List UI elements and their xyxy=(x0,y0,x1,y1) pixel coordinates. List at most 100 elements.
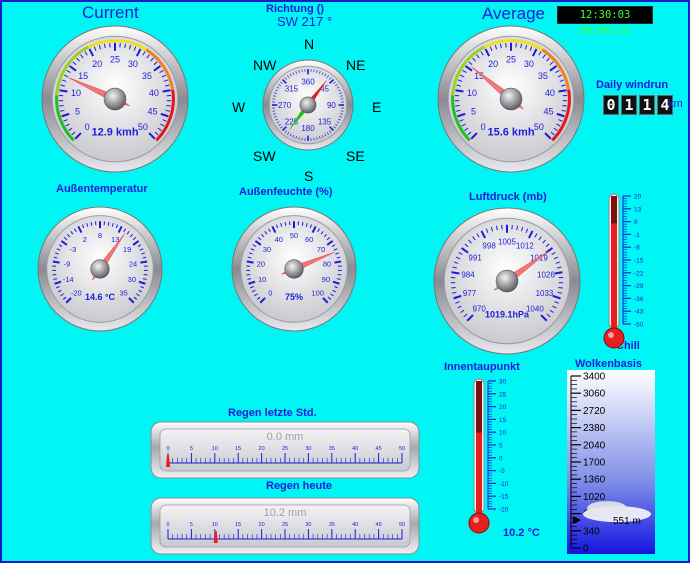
scale-tick xyxy=(284,222,287,226)
tick-label: 5 xyxy=(471,106,476,116)
tick-label: 0 xyxy=(85,122,90,132)
thermo-tick-label: 25 xyxy=(499,391,507,398)
cloud-tick-label: 2380 xyxy=(583,423,606,434)
gauge-hub xyxy=(284,259,304,279)
thermo-fill xyxy=(476,432,482,519)
tick-label: 50 xyxy=(138,122,148,132)
thermo-empty xyxy=(476,381,482,435)
tick-label: 30 xyxy=(263,245,271,254)
tick-label: 977 xyxy=(463,289,477,298)
windrun-odometer: 0 1 1 4 xyxy=(603,95,673,115)
tick-label: 1033 xyxy=(536,289,554,298)
tick-label: 10 xyxy=(71,88,81,98)
tick-label: 20 xyxy=(257,259,265,268)
scale-tick xyxy=(558,89,567,93)
tick-label: -20 xyxy=(71,288,82,297)
scale-tick xyxy=(455,104,460,107)
gauge-value-text: 75% xyxy=(285,292,303,302)
cloud-base-label: Wolkenbasis xyxy=(575,358,643,370)
dial-tick-label: 90 xyxy=(327,101,336,110)
thermo-tick-label: -43 xyxy=(634,309,644,316)
scale-tick xyxy=(90,222,93,226)
gauge-hub xyxy=(90,259,110,279)
tick-label: 5 xyxy=(75,106,80,116)
thermo-tick-label: -50 xyxy=(634,322,644,329)
thermo-bulb-highlight xyxy=(473,517,479,523)
thermo-tick-label: -1 xyxy=(634,232,640,239)
rain-hour-label: Regen letzte Std. xyxy=(228,407,317,419)
tick-label: 35 xyxy=(120,288,128,297)
thermo-bulb xyxy=(468,512,490,534)
thermo-tick-label: 30 xyxy=(499,379,507,386)
tick-label: 10 xyxy=(258,275,266,284)
tick-label: 80 xyxy=(323,259,331,268)
thermo-tick-label: -22 xyxy=(634,270,644,277)
gauge-value-text: 12.9 kmh xyxy=(91,127,138,139)
rain-today-gauge: 10.2 mm 0 5 10 15 20 25 30 35 40 45 50 xyxy=(150,497,420,555)
rain-tick-label: 40 xyxy=(352,522,358,528)
thermo-empty xyxy=(611,196,617,226)
daily-windrun-label: Daily windrun xyxy=(596,79,669,91)
scale-tick xyxy=(140,260,148,264)
thermo-tick-label: 15 xyxy=(499,417,507,424)
average-label: Average xyxy=(482,4,546,23)
tick-label: 90 xyxy=(322,275,330,284)
direction-value: SW 217 ° xyxy=(277,14,333,29)
rain-tick-label: 5 xyxy=(190,522,193,528)
compass-e: E xyxy=(372,99,382,115)
cloud-shape xyxy=(587,501,627,516)
tick-label: 0 xyxy=(481,122,486,132)
thermo-bulb-highlight xyxy=(608,332,614,338)
rain-tick-label: 25 xyxy=(282,522,288,528)
thermo-tick-label: -20 xyxy=(499,507,509,514)
tick-label: 25 xyxy=(506,55,516,65)
dial-tick-label: 360 xyxy=(301,77,315,86)
tick-label: 40 xyxy=(149,88,159,98)
rain-tick-label: 10 xyxy=(212,522,218,528)
scale-tick xyxy=(451,286,456,289)
pressure-gauge: 9709779849919981005101210191026103310401… xyxy=(433,207,581,355)
thermo-tick-label: -8 xyxy=(634,245,640,252)
scale-tick xyxy=(301,222,304,226)
cloud-tick-label: 0 xyxy=(583,544,589,555)
gauge-hub xyxy=(499,87,523,111)
thermo-tick-label: -15 xyxy=(634,258,644,265)
scale-tick xyxy=(558,286,563,289)
cloud-tick-label: 2720 xyxy=(583,406,606,417)
thermo-tick-label: -29 xyxy=(634,283,644,290)
current-label: Current xyxy=(82,3,139,22)
cloud-tick-label: 1700 xyxy=(583,458,606,469)
thermo-tick-label: 5 xyxy=(499,443,503,450)
dial-tick-label: 270 xyxy=(278,101,292,110)
cloud-base-gauge: 3400306027202380204017001360102068034005… xyxy=(567,370,655,555)
cloud-base-value: 551 m xyxy=(613,516,641,527)
outdoor-humidity-label: Außenfeuchte (%) xyxy=(239,186,333,198)
thermo-tick-label: 20 xyxy=(634,194,642,201)
cloud-tick-label: 340 xyxy=(583,526,600,537)
tick-label: 30 xyxy=(128,59,138,69)
tick-label: 40 xyxy=(275,235,283,244)
rain-tick-label: 45 xyxy=(376,446,382,452)
rain-tick-label: 0 xyxy=(166,522,169,528)
tick-label: 10 xyxy=(467,88,477,98)
tick-label: 0 xyxy=(268,288,272,297)
scale-tick xyxy=(562,104,567,107)
thermo-tick-label: 6 xyxy=(634,219,638,226)
gauge-value-text: 15.6 kmh xyxy=(487,127,534,139)
tick-label: 19 xyxy=(123,245,131,254)
dial-tick-label: 135 xyxy=(318,117,332,126)
thermo-tick-label: -5 xyxy=(499,468,505,475)
rain-tick-label: 40 xyxy=(352,446,358,452)
scale-tick xyxy=(52,260,60,264)
tick-label: 100 xyxy=(311,288,324,297)
rain-tick-label: 15 xyxy=(235,446,241,452)
tick-label: 60 xyxy=(305,235,313,244)
tick-label: 50 xyxy=(534,122,544,132)
wind-average-gauge: 05101520 25 303540455015.6 kmh xyxy=(437,25,585,173)
thermo-tick-label: -36 xyxy=(634,296,644,303)
datetime-display: 12:30:03 09/06/25 xyxy=(557,6,653,37)
rain-tick-label: 10 xyxy=(212,446,218,452)
rain-tick-label: 5 xyxy=(190,446,193,452)
tick-label: 991 xyxy=(468,254,482,263)
tick-label: 40 xyxy=(545,88,555,98)
